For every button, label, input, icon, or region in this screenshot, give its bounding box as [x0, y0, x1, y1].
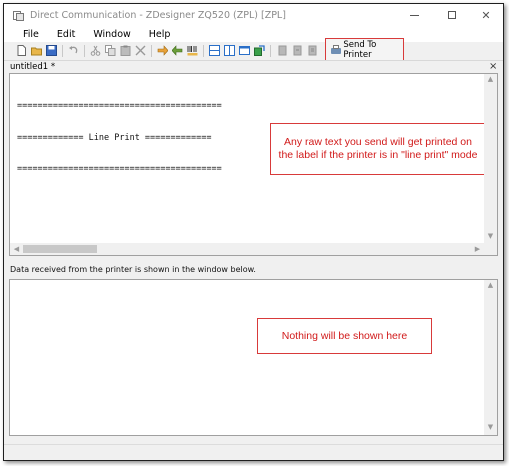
menu-help[interactable]: Help [140, 29, 180, 40]
horizontal-scroll-thumb[interactable] [23, 245, 97, 253]
received-output-pane[interactable]: Nothing will be shown here ▲ ▼ [9, 279, 498, 436]
tab-close-icon[interactable]: × [489, 61, 497, 72]
tab-untitled1[interactable]: untitled1 * [10, 62, 55, 72]
received-info-text: Data received from the printer is shown … [10, 265, 256, 274]
send-file-icon[interactable] [157, 45, 168, 56]
barcode-icon[interactable] [187, 45, 198, 56]
editor-line: ======================================== [17, 101, 222, 111]
maximize-icon [448, 11, 456, 19]
cut-icon[interactable] [90, 45, 101, 56]
split-horizontal-icon[interactable] [209, 45, 220, 56]
output-annotation: Nothing will be shown here [257, 318, 432, 354]
open-folder-icon[interactable] [31, 45, 42, 56]
app-window: Direct Communication - ZDesigner ZQ520 (… [3, 3, 504, 461]
printer-gray-3-icon[interactable] [307, 45, 318, 56]
window-title: Direct Communication - ZDesigner ZQ520 (… [30, 9, 286, 21]
toolbar: Send To Printer [4, 38, 503, 62]
toolbar-separator [270, 45, 271, 57]
app-icon [13, 10, 24, 21]
received-info-bar: Data received from the printer is shown … [4, 263, 503, 276]
undo-icon[interactable] [68, 45, 79, 56]
send-to-printer-label: Send To Printer [343, 40, 377, 60]
toolbar-separator [84, 45, 85, 57]
menu-window[interactable]: Window [84, 29, 139, 40]
toolbar-separator [151, 45, 152, 57]
minimize-icon [409, 14, 419, 16]
new-file-icon[interactable] [16, 45, 27, 56]
output-vertical-scrollbar[interactable]: ▲ ▼ [484, 280, 497, 435]
scroll-down-arrow-icon[interactable]: ▼ [484, 232, 497, 240]
printer-icon [331, 45, 341, 55]
toolbar-separator [62, 45, 63, 57]
printer-gray-2-icon[interactable] [292, 45, 303, 56]
status-bar [4, 444, 503, 460]
send-to-printer-button[interactable]: Send To Printer [325, 38, 404, 62]
split-vertical-icon[interactable] [224, 45, 235, 56]
editor-line: ============= Line Print ============= [17, 132, 212, 143]
minimize-button[interactable] [396, 4, 432, 26]
editor-vertical-scrollbar[interactable]: ▲ ▼ [484, 74, 497, 243]
toolbar-separator [203, 45, 204, 57]
scroll-right-arrow-icon[interactable]: ▶ [471, 245, 484, 253]
menu-file[interactable]: File [14, 29, 48, 40]
editor-pane[interactable]: ========================================… [9, 73, 498, 256]
scroll-up-arrow-icon[interactable]: ▲ [484, 75, 497, 83]
scroll-left-arrow-icon[interactable]: ◀ [10, 245, 23, 253]
menu-edit[interactable]: Edit [48, 29, 84, 40]
editor-horizontal-scrollbar[interactable]: ◀ ▶ [10, 243, 497, 255]
save-icon[interactable] [46, 45, 57, 56]
maximize-button[interactable] [434, 4, 470, 26]
editor-text[interactable]: ========================================… [17, 80, 222, 196]
menu-bar: File Edit Window Help [4, 26, 503, 42]
editor-annotation: Any raw text you send will get printed o… [270, 123, 486, 175]
window-icon[interactable] [239, 45, 250, 56]
delete-icon[interactable] [135, 45, 146, 56]
document-tab-bar: untitled1 * × [4, 60, 503, 73]
close-icon: ✕ [481, 8, 491, 22]
printer-gray-icon[interactable] [277, 45, 288, 56]
export-icon[interactable] [254, 45, 265, 56]
paste-icon[interactable] [120, 45, 131, 56]
receive-icon[interactable] [172, 45, 183, 56]
scroll-down-arrow-icon[interactable]: ▼ [484, 423, 497, 431]
scroll-up-arrow-icon[interactable]: ▲ [484, 281, 497, 289]
title-bar: Direct Communication - ZDesigner ZQ520 (… [4, 4, 503, 26]
copy-icon[interactable] [105, 45, 116, 56]
close-button[interactable]: ✕ [468, 4, 504, 26]
editor-line: ======================================== [17, 164, 222, 174]
